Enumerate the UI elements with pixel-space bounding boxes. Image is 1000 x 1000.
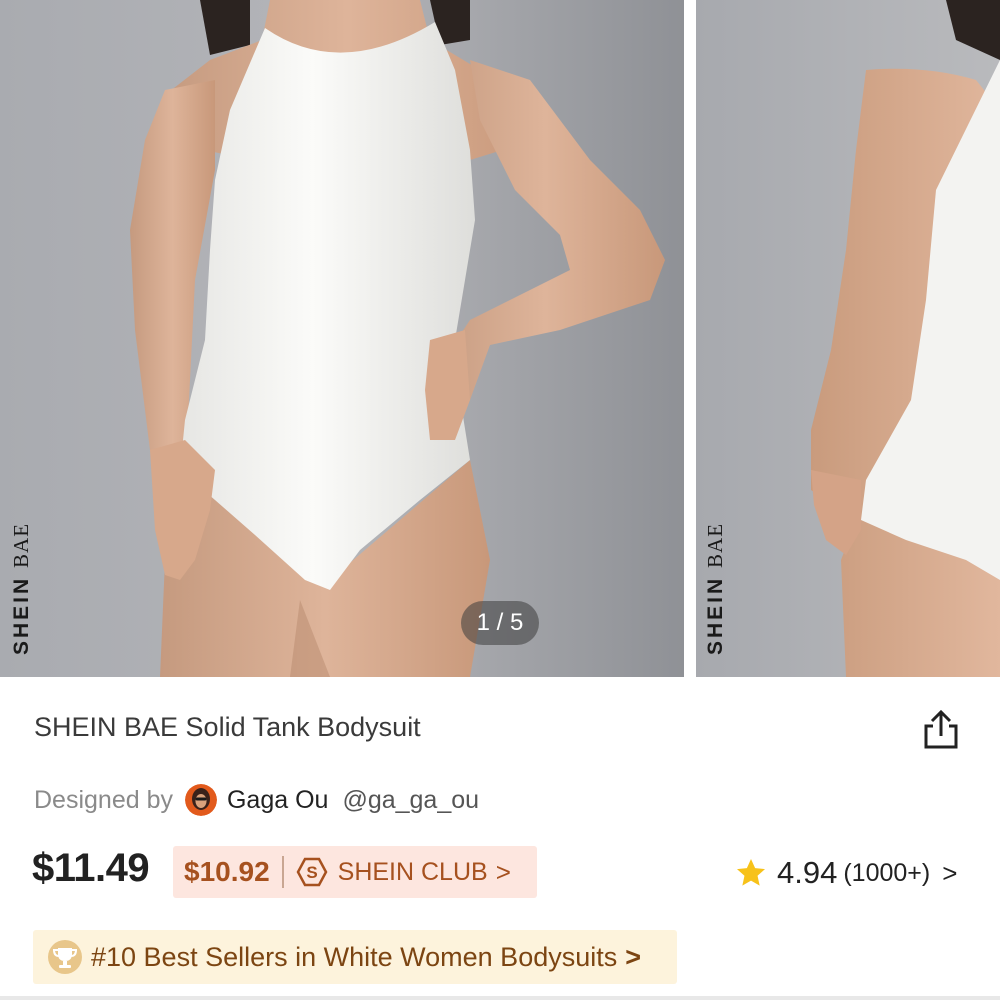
svg-text:S: S (306, 863, 317, 882)
brand-watermark: SHEIN BAE (9, 522, 33, 655)
product-image-front[interactable]: SHEIN BAE 1 / 5 (0, 0, 684, 677)
product-price: $11.49 (32, 846, 150, 890)
rating-score: 4.94 (777, 855, 838, 890)
star-icon (735, 857, 767, 889)
product-image-gallery[interactable]: SHEIN BAE 1 / 5 SHEIN BAE (0, 0, 1000, 677)
designer-handle[interactable]: @ga_ga_ou (342, 786, 479, 815)
share-icon (924, 709, 958, 749)
product-title: SHEIN BAE Solid Tank Bodysuit (34, 712, 421, 742)
best-seller-badge[interactable]: #10 Best Sellers in White Women Bodysuit… (33, 930, 677, 984)
designer-label: Designed by (34, 785, 173, 814)
club-divider (281, 856, 284, 888)
club-name: SHEIN CLUB (337, 857, 488, 886)
shein-club-logo-icon: S (296, 856, 328, 888)
rating-summary[interactable]: 4.94 (1000+) > (735, 853, 957, 893)
designer-avatar[interactable] (184, 784, 217, 816)
chevron-right-icon: > (495, 856, 511, 887)
club-price: $10.92 (184, 856, 270, 887)
product-image-side[interactable]: SHEIN BAE (696, 0, 1000, 677)
shein-club-banner[interactable]: $10.92 S SHEIN CLUB > (173, 846, 537, 898)
section-divider (0, 996, 1000, 1000)
model-side-illustration (696, 0, 1000, 677)
image-counter: 1 / 5 (461, 601, 539, 645)
chevron-right-icon: > (942, 857, 958, 888)
share-button[interactable] (917, 706, 965, 754)
chevron-right-icon: > (625, 941, 642, 972)
rating-count: (1000+) (843, 858, 931, 887)
designer-row[interactable]: Designed by Gaga Ou @ga_ga_ou (34, 783, 479, 817)
trophy-icon (47, 939, 83, 975)
designer-name[interactable]: Gaga Ou (227, 786, 328, 815)
best-seller-text: #10 Best Sellers in White Women Bodysuit… (91, 941, 618, 972)
model-front-illustration (0, 0, 684, 677)
brand-watermark-2: SHEIN BAE (703, 522, 727, 655)
